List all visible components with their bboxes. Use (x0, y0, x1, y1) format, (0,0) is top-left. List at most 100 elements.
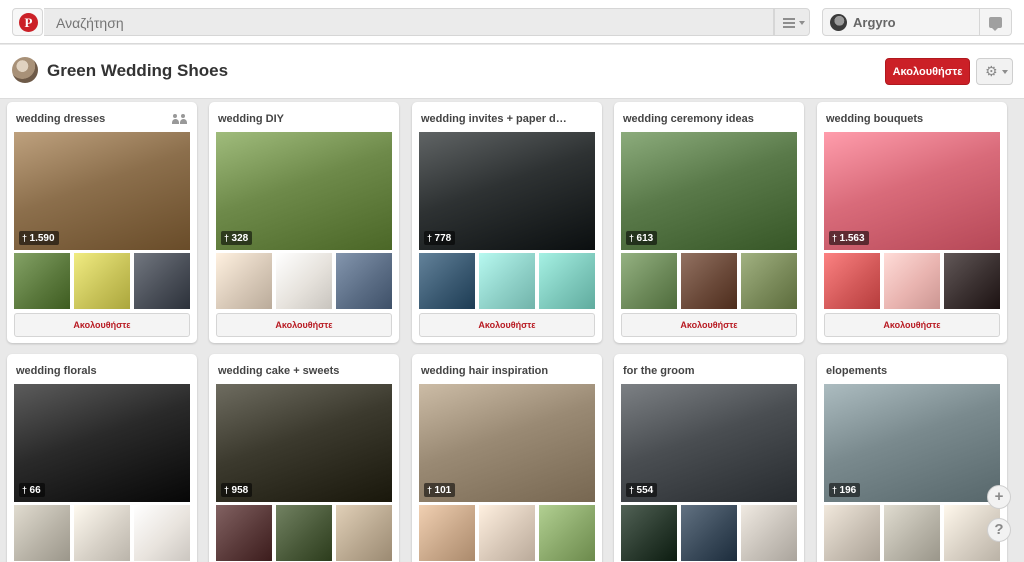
board-card[interactable]: for the groom † 554 (614, 354, 804, 562)
pin-thumbnail[interactable] (824, 505, 880, 561)
board-card[interactable]: wedding bouquets † 1.563 Ακολουθήστε (817, 102, 1007, 343)
board-card[interactable]: wedding DIY † 328 Ακολουθήστε (209, 102, 399, 343)
follow-board-card-button[interactable]: Ακολουθήστε (14, 313, 190, 337)
pin-thumbnail[interactable] (539, 253, 595, 309)
board-card-title[interactable]: wedding DIY (218, 113, 368, 125)
question-icon[interactable]: ? (987, 518, 1011, 542)
pin-count: 554 (636, 485, 654, 496)
plus-icon[interactable]: + (987, 485, 1011, 509)
board-cover-image[interactable]: † 1.590 (14, 132, 190, 250)
pin-thumbnail[interactable] (276, 253, 332, 309)
board-card-title[interactable]: wedding cake + sweets (218, 365, 368, 377)
pin-thumbnail[interactable] (884, 253, 940, 309)
board-card-title[interactable]: wedding dresses (16, 113, 166, 125)
board-cover-image[interactable]: † 778 (419, 132, 595, 250)
pin-count: 66 (29, 485, 41, 496)
board-cover-image[interactable]: † 196 (824, 384, 1000, 502)
pin-thumbnail[interactable] (681, 253, 737, 309)
follow-board-card-button[interactable]: Ακολουθήστε (824, 313, 1000, 337)
board-card-title[interactable]: wedding bouquets (826, 113, 976, 125)
pin-icon: † (224, 485, 232, 495)
pin-icon: † (224, 233, 232, 243)
board-card-title[interactable]: wedding ceremony ideas (623, 113, 773, 125)
pin-count: 328 (231, 233, 249, 244)
pin-thumbnail[interactable] (681, 505, 737, 561)
pin-thumbnail[interactable] (134, 505, 190, 561)
board-cover-image[interactable]: † 554 (621, 384, 797, 502)
board-cover-image[interactable]: † 66 (14, 384, 190, 502)
pin-icon: † (629, 233, 637, 243)
board-card[interactable]: wedding hair inspiration † 101 (412, 354, 602, 562)
board-thumbnails (216, 505, 392, 561)
user-name: Argyro (853, 15, 896, 30)
pin-thumbnail[interactable] (14, 253, 70, 309)
board-card-title[interactable]: wedding invites + paper des… (421, 113, 571, 125)
follow-board-card-button[interactable]: Ακολουθήστε (419, 313, 595, 337)
top-bar: P Argyro (0, 0, 1024, 44)
board-cover-image[interactable]: † 613 (621, 132, 797, 250)
pin-thumbnail[interactable] (276, 505, 332, 561)
board-card-title[interactable]: elopements (826, 365, 976, 377)
pin-count: 1.563 (839, 233, 865, 244)
board-cover-image[interactable]: † 328 (216, 132, 392, 250)
pin-count: 1.590 (29, 233, 55, 244)
pin-count-badge: † 613 (626, 231, 658, 245)
settings-button[interactable]: ⚙ (976, 58, 1013, 85)
board-card-title[interactable]: wedding hair inspiration (421, 365, 571, 377)
pin-thumbnail[interactable] (216, 253, 272, 309)
pin-count-badge: † 554 (626, 483, 658, 497)
board-card-title[interactable]: for the groom (623, 365, 773, 377)
pin-thumbnail[interactable] (336, 505, 392, 561)
board-card[interactable]: elopements † 196 (817, 354, 1007, 562)
pin-count-badge: † 101 (424, 483, 456, 497)
menu-button[interactable] (774, 8, 810, 36)
pin-thumbnail[interactable] (479, 253, 535, 309)
follow-board-card-button[interactable]: Ακολουθήστε (621, 313, 797, 337)
board-card[interactable]: wedding cake + sweets † 958 (209, 354, 399, 562)
pin-thumbnail[interactable] (419, 505, 475, 561)
board-card[interactable]: wedding ceremony ideas † 613 Ακολουθήστε (614, 102, 804, 343)
pinterest-logo-icon[interactable]: P (12, 8, 43, 36)
follow-board-button[interactable]: Ακολουθήστε (885, 58, 970, 85)
search-bar[interactable] (44, 8, 774, 36)
pin-icon: † (427, 233, 435, 243)
board-cover-image[interactable]: † 1.563 (824, 132, 1000, 250)
pin-thumbnail[interactable] (621, 253, 677, 309)
pin-thumbnail[interactable] (824, 253, 880, 309)
pin-thumbnail[interactable] (884, 505, 940, 561)
board-card-title[interactable]: wedding florals (16, 365, 166, 377)
follow-board-card-button[interactable]: Ακολουθήστε (216, 313, 392, 337)
notifications-button[interactable] (980, 8, 1012, 36)
pin-thumbnail[interactable] (216, 505, 272, 561)
chevron-down-icon (799, 21, 805, 25)
pin-icon: † (22, 233, 30, 243)
pin-thumbnail[interactable] (944, 253, 1000, 309)
pin-count: 613 (636, 233, 654, 244)
pin-thumbnail[interactable] (336, 253, 392, 309)
pin-thumbnail[interactable] (419, 253, 475, 309)
board-avatar[interactable] (12, 57, 38, 83)
pin-thumbnail[interactable] (74, 505, 130, 561)
board-thumbnails (621, 253, 797, 309)
board-card[interactable]: wedding dresses † 1.590 Ακολουθήστε (7, 102, 197, 343)
board-cover-image[interactable]: † 101 (419, 384, 595, 502)
board-thumbnails (621, 505, 797, 561)
pin-count-badge: † 196 (829, 483, 861, 497)
board-card[interactable]: wedding invites + paper des… † 778 Ακολο… (412, 102, 602, 343)
pin-thumbnail[interactable] (74, 253, 130, 309)
pin-thumbnail[interactable] (621, 505, 677, 561)
pin-thumbnail[interactable] (14, 505, 70, 561)
pin-thumbnail[interactable] (134, 253, 190, 309)
board-cover-image[interactable]: † 958 (216, 384, 392, 502)
user-profile-button[interactable]: Argyro (822, 8, 980, 36)
pin-icon: † (629, 485, 637, 495)
search-input[interactable] (56, 14, 756, 32)
board-card[interactable]: wedding florals † 66 (7, 354, 197, 562)
pin-thumbnail[interactable] (741, 253, 797, 309)
pin-thumbnail[interactable] (741, 505, 797, 561)
pin-thumbnail[interactable] (479, 505, 535, 561)
board-thumbnails (14, 253, 190, 309)
pin-count-badge: † 778 (424, 231, 456, 245)
pin-icon: † (832, 485, 840, 495)
pin-thumbnail[interactable] (539, 505, 595, 561)
